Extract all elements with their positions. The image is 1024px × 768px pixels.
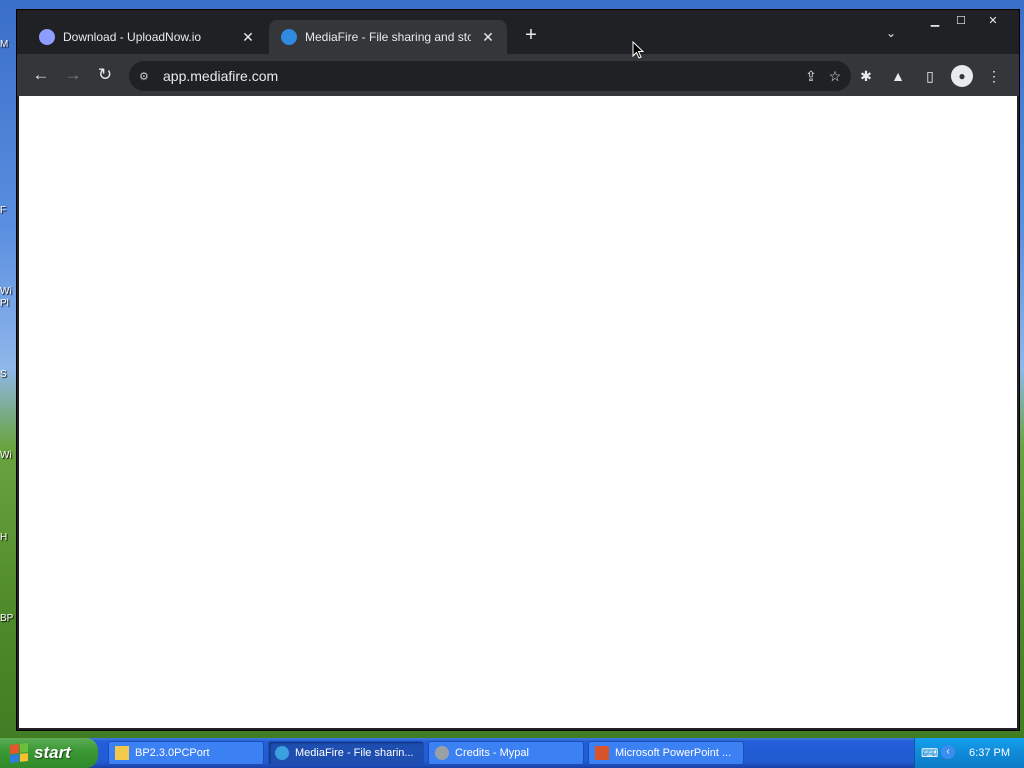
site-info-icon[interactable]: ⚙: [139, 70, 155, 83]
browser-toolbar: ← → ↻ ⚙ app.mediafire.com ⇪ ☆ ✱ ▲ ▯ ● ⋮: [17, 54, 1019, 96]
share-icon[interactable]: ⇪: [799, 68, 823, 85]
forward-button[interactable]: →: [61, 63, 85, 87]
side-panel-icon[interactable]: ▯: [919, 65, 941, 87]
url-text[interactable]: app.mediafire.com: [163, 68, 799, 84]
tab-strip: Download - UploadNow.io ✕ MediaFire - Fi…: [17, 10, 1019, 54]
folder-icon: [115, 746, 129, 760]
taskbar: start BP2.3.0PCPort MediaFire - File sha…: [0, 738, 1024, 768]
close-tab-icon[interactable]: ✕: [239, 29, 257, 46]
tab-title: MediaFire - File sharing and storage: [305, 30, 471, 44]
taskbar-item-powerpoint[interactable]: Microsoft PowerPoint ...: [588, 741, 744, 765]
labs-icon[interactable]: ▲: [887, 65, 909, 87]
new-tab-button[interactable]: +: [519, 24, 543, 48]
taskbar-item-credits[interactable]: Credits - Mypal: [428, 741, 584, 765]
back-button[interactable]: ←: [29, 63, 53, 87]
mypal-icon: [435, 746, 449, 760]
taskbar-item-mediafire[interactable]: MediaFire - File sharin...: [268, 741, 424, 765]
tab-search-button[interactable]: ⌄: [881, 26, 901, 46]
close-tab-icon[interactable]: ✕: [479, 29, 497, 46]
task-label: Credits - Mypal: [455, 747, 529, 759]
start-label: start: [34, 743, 71, 762]
task-label: MediaFire - File sharin...: [295, 747, 414, 759]
task-label: BP2.3.0PCPort: [135, 747, 210, 759]
reload-button[interactable]: ↻: [93, 63, 117, 87]
mouse-cursor-icon: [632, 41, 644, 59]
tab-title: Download - UploadNow.io: [63, 30, 202, 44]
taskbar-item-bp2[interactable]: BP2.3.0PCPort: [108, 741, 264, 765]
system-tray: ⌨ ‹ 6:37 PM: [914, 738, 1024, 768]
browser-window: ▁ ☐ ✕ Download - UploadNow.io ✕ MediaFir…: [16, 9, 1020, 731]
clock[interactable]: 6:37 PM: [969, 747, 1010, 759]
bookmark-star-icon[interactable]: ☆: [823, 68, 847, 85]
tab-uploadnow[interactable]: Download - UploadNow.io ✕: [27, 20, 267, 54]
powerpoint-icon: [595, 746, 609, 760]
start-button[interactable]: start: [0, 738, 98, 768]
keyboard-icon[interactable]: ⌨: [921, 746, 938, 760]
uploadnow-favicon-icon: [39, 29, 55, 45]
mediafire-favicon-icon: [281, 29, 297, 45]
address-bar[interactable]: ⚙ app.mediafire.com ⇪ ☆: [129, 61, 851, 91]
chrome-icon: [275, 746, 289, 760]
tab-mediafire[interactable]: MediaFire - File sharing and storage ✕: [269, 20, 507, 54]
show-hidden-icons-chevron-icon[interactable]: ‹: [941, 745, 955, 759]
page-content[interactable]: [19, 96, 1017, 728]
extensions-icon[interactable]: ✱: [855, 65, 877, 87]
browser-menu-icon[interactable]: ⋮: [983, 65, 1005, 87]
windows-logo-icon: [10, 743, 28, 763]
task-label: Microsoft PowerPoint ...: [615, 747, 732, 759]
profile-avatar-icon[interactable]: ●: [951, 65, 973, 87]
